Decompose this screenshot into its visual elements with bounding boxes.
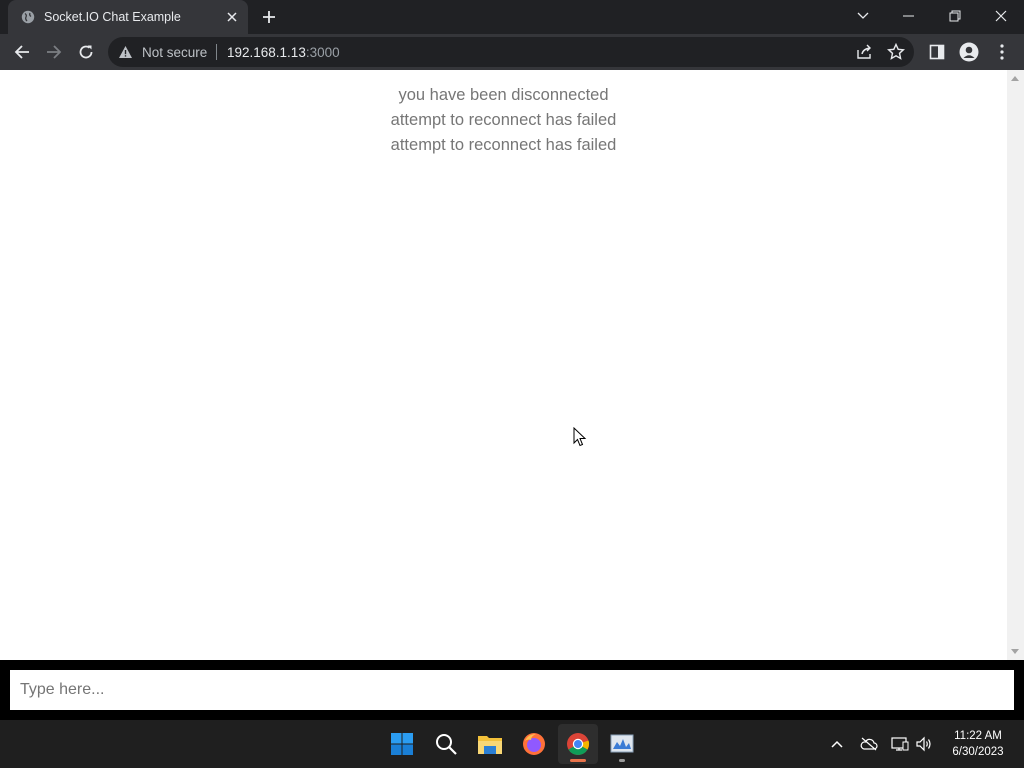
address-bar[interactable]: Not secure 192.168.1.13:3000 [108,37,914,67]
show-hidden-icons-button[interactable] [827,734,847,754]
windows-taskbar: 11:22 AM 6/30/2023 [0,720,1024,768]
globe-icon [21,10,35,24]
omnibox-divider [216,44,217,60]
message-item: you have been disconnected [398,86,609,104]
screen: Socket.IO Chat Example Not secure 192.16… [0,0,1024,768]
scroll-down-arrow-icon[interactable] [1011,649,1019,654]
message-input[interactable] [10,670,1014,710]
browser-tab-strip: Socket.IO Chat Example [0,0,1024,34]
close-icon [995,10,1007,22]
share-icon[interactable] [856,44,874,60]
message-list: you have been disconnected attempt to re… [0,83,1007,158]
chevron-up-icon [831,740,843,748]
start-button[interactable] [382,724,422,764]
message-item: attempt to reconnect has failed [390,136,617,154]
volume-tray-button[interactable] [914,734,934,754]
tab-title: Socket.IO Chat Example [44,10,181,24]
menu-button[interactable] [990,40,1014,64]
restore-icon [949,10,961,22]
reload-button[interactable] [74,40,98,64]
chevron-down-icon [857,12,869,19]
message-item: attempt to reconnect has failed [390,111,617,129]
taskbar-monitor-app[interactable] [602,724,642,764]
url-port: :3000 [305,45,340,60]
side-panel-icon [929,44,945,60]
clock-date: 6/30/2023 [952,746,1004,758]
network-icon [891,737,909,751]
new-tab-button[interactable] [259,7,279,27]
bookmark-star-icon[interactable] [887,43,905,61]
running-app-indicator [619,759,625,762]
warning-icon[interactable] [118,45,133,59]
back-button[interactable] [10,40,34,64]
scroll-up-arrow-icon[interactable] [1011,76,1019,81]
browser-tab[interactable]: Socket.IO Chat Example [8,0,248,34]
minimize-icon [903,15,914,17]
taskbar-file-explorer[interactable] [470,724,510,764]
mouse-cursor-icon [573,427,587,447]
close-tab-icon[interactable] [224,9,240,25]
profile-button[interactable] [957,40,981,64]
minimize-button[interactable] [886,0,932,32]
search-icon [436,734,457,755]
file-explorer-icon [478,736,502,754]
reload-icon [79,45,93,59]
taskbar-firefox[interactable] [514,724,554,764]
vertical-scrollbar[interactable] [1007,70,1024,660]
url-host: 192.168.1.13 [227,45,306,60]
chrome-icon [567,733,590,755]
monitor-app-icon [610,734,634,753]
side-panel-button[interactable] [925,40,949,64]
onedrive-tray-button[interactable] [859,734,879,754]
tab-search-button[interactable] [840,0,886,32]
system-clock[interactable]: 11:22 AM 6/30/2023 [944,728,1012,760]
browser-toolbar: Not secure 192.168.1.13:3000 [0,34,1024,70]
taskbar-chrome[interactable] [558,724,598,764]
active-app-indicator [570,759,586,762]
close-window-button[interactable] [978,0,1024,32]
arrow-left-icon [14,45,29,59]
profile-avatar-icon [959,42,979,62]
taskbar-search-button[interactable] [426,724,466,764]
arrow-right-icon [47,45,62,59]
kebab-menu-icon [1000,44,1004,60]
start-icon [391,733,413,755]
chat-form [0,660,1024,720]
security-label[interactable]: Not secure [142,45,207,60]
firefox-icon [523,733,545,755]
speaker-icon [916,736,931,752]
restore-button[interactable] [932,0,978,32]
network-tray-button[interactable] [890,734,910,754]
cloud-offline-icon [860,737,878,751]
forward-button[interactable] [42,40,66,64]
clock-time: 11:22 AM [954,730,1002,742]
url-text[interactable]: 192.168.1.13:3000 [227,45,340,60]
page-viewport: you have been disconnected attempt to re… [0,70,1024,660]
